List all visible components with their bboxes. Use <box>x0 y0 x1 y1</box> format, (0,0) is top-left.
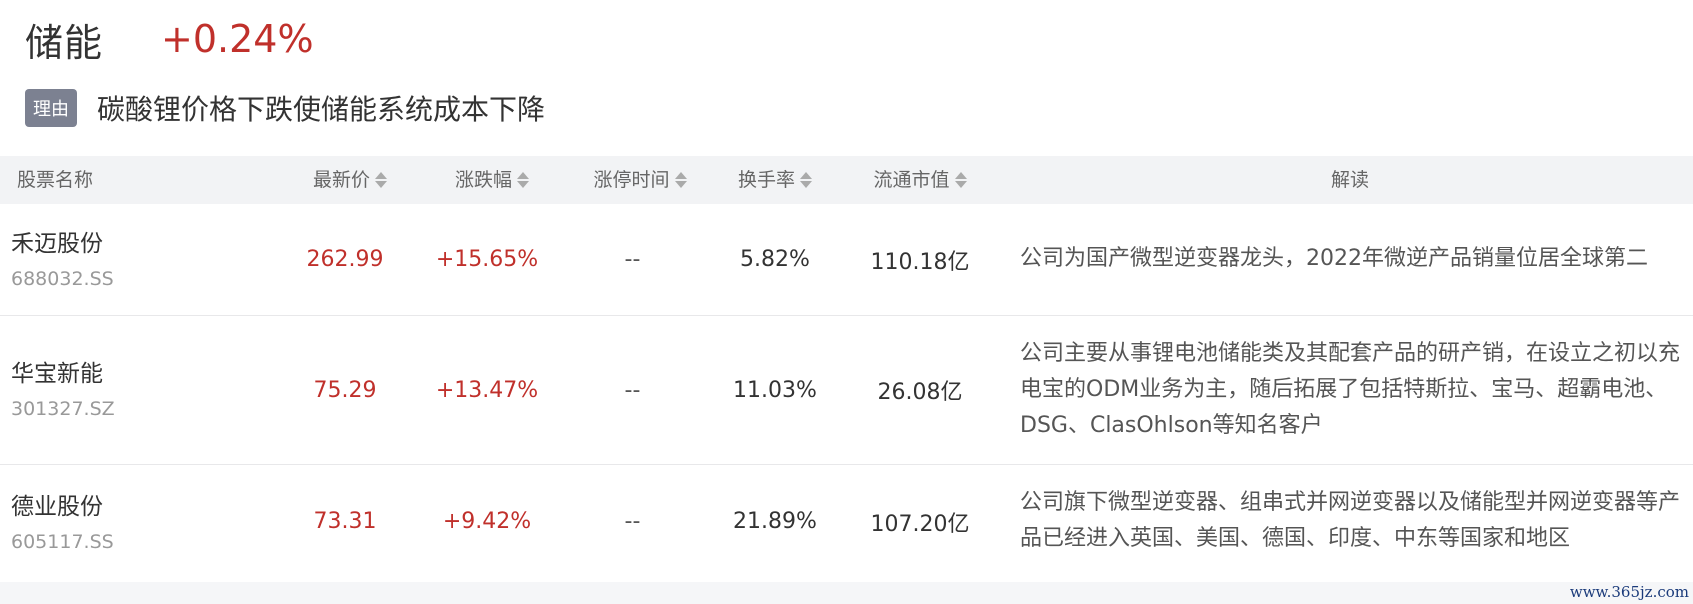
header-price[interactable]: 最新价 <box>290 156 410 204</box>
header-change[interactable]: 涨跌幅 <box>432 156 552 204</box>
change-cell: +15.65% <box>435 247 539 272</box>
market-cap-cell: 26.08亿 <box>877 380 963 405</box>
header-market-cap-label: 流通市值 <box>873 169 950 191</box>
header-market-cap[interactable]: 流通市值 <box>860 156 980 204</box>
bottom-strip <box>0 582 1693 604</box>
header-turnover[interactable]: 换手率 <box>715 156 835 204</box>
price-cell: 75.29 <box>313 377 377 403</box>
market-cap-cell: 107.20亿 <box>870 511 970 537</box>
header-turnover-label: 换手率 <box>737 169 795 191</box>
stock-code: 605117.SS <box>11 531 114 553</box>
watermark: www.365jz.com <box>1569 583 1689 601</box>
stock-name[interactable]: 禾迈股份 <box>11 224 114 258</box>
header-stock-name: 股票名称 <box>17 156 93 204</box>
market-cap-cell: 110.18亿 <box>870 249 970 275</box>
table-row[interactable]: 华宝新能 301327.SZ 75.29 +13.47% -- 11.03% 2… <box>0 316 1693 465</box>
stock-name[interactable]: 德业股份 <box>11 487 114 521</box>
table-header: 股票名称 最新价 涨跌幅 涨停时间 换手率 流通市值 解读 <box>0 156 1693 204</box>
sector-header: 储能 +0.24% <box>25 14 314 65</box>
reason-text: 碳酸锂价格下跌使储能系统成本下降 <box>97 93 546 126</box>
sort-icon[interactable] <box>800 172 812 188</box>
change-cell: +9.42% <box>442 509 532 534</box>
price-cell: 73.31 <box>313 509 377 534</box>
interpretation-cell: 公司旗下微型逆变器、组串式并网逆变器以及储能型并网逆变器等产品已经进入英国、美国… <box>1020 490 1681 551</box>
stock-table: 股票名称 最新价 涨跌幅 涨停时间 换手率 流通市值 解读 禾迈股份 68803… <box>0 156 1693 578</box>
stock-name[interactable]: 华宝新能 <box>11 354 115 388</box>
limit-time-cell: -- <box>624 377 641 403</box>
stock-name-cell[interactable]: 德业股份 605117.SS <box>11 487 114 553</box>
limit-time-cell: -- <box>624 247 641 272</box>
turnover-cell: 5.82% <box>740 247 810 272</box>
sort-icon[interactable] <box>954 172 967 188</box>
header-interpretation-label: 解读 <box>1330 169 1369 191</box>
table-row[interactable]: 禾迈股份 688032.SS 262.99 +15.65% -- 5.82% 1… <box>0 204 1693 316</box>
header-stock-name-label: 股票名称 <box>17 169 94 191</box>
reason-row: 理由 碳酸锂价格下跌使储能系统成本下降 <box>25 88 545 128</box>
sort-icon[interactable] <box>517 172 529 188</box>
turnover-cell: 21.89% <box>733 509 817 534</box>
price-cell: 262.99 <box>306 247 384 272</box>
stock-name-cell[interactable]: 华宝新能 301327.SZ <box>11 354 115 420</box>
stock-code: 688032.SS <box>11 268 114 290</box>
sector-name: 储能 <box>25 20 104 65</box>
header-price-label: 最新价 <box>312 169 370 191</box>
interpretation-cell: 公司为国产微型逆变器龙头，2022年微逆产品销量位居全球第二 <box>1020 246 1648 271</box>
sector-change: +0.24% <box>161 17 314 61</box>
header-change-label: 涨跌幅 <box>454 169 512 191</box>
interpretation-cell: 公司主要从事锂电池储能类及其配套产品的研产销，在设立之初以充电宝的ODM业务为主… <box>1020 341 1681 438</box>
sort-icon[interactable] <box>375 172 387 188</box>
reason-badge: 理由 <box>25 89 77 127</box>
header-limit-time[interactable]: 涨停时间 <box>570 156 710 204</box>
limit-time-cell: -- <box>624 509 641 534</box>
turnover-cell: 11.03% <box>733 377 817 403</box>
change-cell: +13.47% <box>435 377 539 403</box>
stock-name-cell[interactable]: 禾迈股份 688032.SS <box>11 224 114 290</box>
stock-code: 301327.SZ <box>11 398 115 420</box>
header-limit-time-label: 涨停时间 <box>593 169 670 191</box>
sort-icon[interactable] <box>674 172 687 188</box>
table-row[interactable]: 德业股份 605117.SS 73.31 +9.42% -- 21.89% 10… <box>0 465 1693 578</box>
header-interpretation: 解读 <box>1290 156 1410 204</box>
